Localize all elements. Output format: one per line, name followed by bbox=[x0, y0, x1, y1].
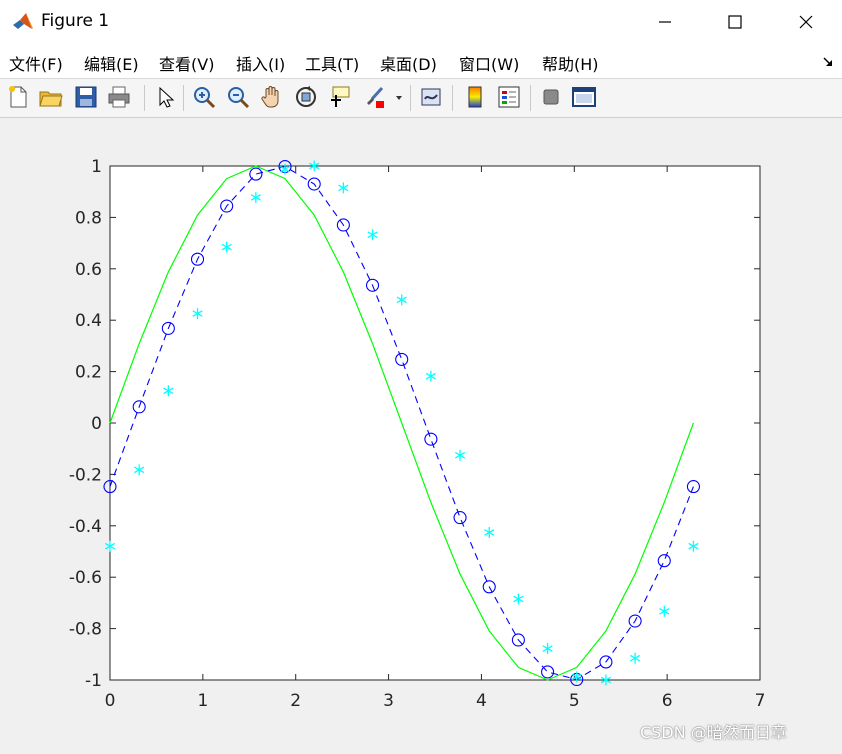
x-tick-label: 4 bbox=[476, 691, 487, 711]
y-tick-label: 0.8 bbox=[75, 208, 102, 228]
zoom-out-icon bbox=[228, 87, 250, 109]
y-tick-label: 0.6 bbox=[75, 260, 102, 280]
toolbar-separator bbox=[183, 85, 184, 111]
maximize-button[interactable] bbox=[712, 0, 758, 44]
chart-svg: -1 -0.8 -0.6 -0.4 -0.2 0 0.2 0.4 0.6 0.8 1 0 1 2 3 4 5 6… bbox=[69, 157, 766, 711]
menu-tools[interactable]: 工具(T) bbox=[305, 51, 359, 75]
menu-file[interactable]: 文件(F) bbox=[9, 51, 63, 75]
new-figure-button[interactable] bbox=[5, 84, 31, 110]
close-button[interactable] bbox=[783, 0, 829, 44]
close-icon bbox=[799, 15, 813, 29]
minimize-icon bbox=[659, 21, 671, 23]
select-button[interactable] bbox=[152, 84, 178, 110]
x-tick-label: 3 bbox=[383, 691, 394, 711]
data-cursor-icon bbox=[331, 86, 350, 107]
legend-icon bbox=[498, 86, 520, 108]
zoom-in-icon bbox=[194, 87, 216, 109]
toolbar-separator bbox=[410, 85, 411, 111]
rotate-3d-icon bbox=[296, 86, 316, 107]
y-tick-label: -0.6 bbox=[69, 568, 102, 588]
show-plot-tools-icon bbox=[572, 87, 596, 107]
new-figure-icon bbox=[9, 86, 27, 108]
select-arrow-icon bbox=[159, 86, 175, 108]
data-cursor-button[interactable] bbox=[327, 84, 353, 110]
save-button[interactable] bbox=[73, 84, 99, 110]
menu-view[interactable]: 查看(V) bbox=[159, 51, 214, 75]
print-icon bbox=[108, 86, 130, 108]
toolbar-separator bbox=[452, 85, 453, 111]
menu-desktop[interactable]: 桌面(D) bbox=[380, 51, 437, 75]
brush-button[interactable] bbox=[362, 84, 388, 110]
hide-plot-tools-icon bbox=[543, 89, 559, 105]
x-tick-label: 5 bbox=[569, 691, 580, 711]
x-tick-label: 7 bbox=[755, 691, 766, 711]
menu-insert[interactable]: 插入(I) bbox=[236, 51, 285, 75]
hide-plot-tools-button[interactable] bbox=[538, 84, 564, 110]
brush-icon bbox=[367, 86, 384, 108]
link-plot-icon bbox=[421, 88, 441, 106]
window-title: Figure 1 bbox=[41, 11, 110, 31]
menu-help[interactable]: 帮助(H) bbox=[542, 51, 599, 75]
y-tick-label: -0.8 bbox=[69, 620, 102, 640]
menu-edit[interactable]: 编辑(E) bbox=[84, 51, 139, 75]
watermark-text: CSDN @暗然而日章 bbox=[640, 723, 787, 742]
chevron-down-icon bbox=[396, 96, 402, 100]
zoom-out-button[interactable] bbox=[225, 84, 251, 110]
y-tick-label: -0.2 bbox=[69, 465, 102, 485]
save-icon bbox=[75, 86, 97, 108]
menu-window[interactable]: 窗口(W) bbox=[459, 51, 519, 75]
menu-bar: 文件(F) 编辑(E) 查看(V) 插入(I) 工具(T) 桌面(D) 窗口(W… bbox=[0, 44, 842, 79]
link-plot-button[interactable] bbox=[418, 84, 444, 110]
axes-background bbox=[109, 165, 761, 681]
brush-dropdown-button[interactable] bbox=[392, 84, 406, 110]
open-file-button[interactable] bbox=[38, 84, 64, 110]
y-tick-label: -1 bbox=[85, 671, 102, 691]
rotate-3d-button[interactable] bbox=[293, 84, 319, 110]
colorbar-button[interactable] bbox=[462, 84, 488, 110]
print-button[interactable] bbox=[106, 84, 132, 110]
show-plot-tools-button[interactable] bbox=[571, 84, 597, 110]
pan-hand-icon bbox=[261, 86, 279, 108]
maximize-icon bbox=[728, 15, 742, 29]
matlab-logo-icon bbox=[12, 11, 34, 33]
y-tick-label: 1 bbox=[91, 157, 102, 177]
colorbar-icon bbox=[468, 86, 482, 108]
legend-button[interactable] bbox=[496, 84, 522, 110]
dock-arrow-icon[interactable] bbox=[822, 56, 834, 68]
figure-toolbar bbox=[0, 79, 842, 118]
y-tick-label: 0.2 bbox=[75, 363, 102, 383]
toolbar-separator bbox=[530, 85, 531, 111]
y-tick-label: 0.4 bbox=[75, 311, 102, 331]
x-tick-label: 1 bbox=[197, 691, 208, 711]
figure-canvas: -1 -0.8 -0.6 -0.4 -0.2 0 0.2 0.4 0.6 0.8 1 0 1 2 3 4 5 6… bbox=[0, 118, 842, 750]
x-tick-label: 0 bbox=[105, 691, 116, 711]
window-title-bar: Figure 1 bbox=[0, 0, 842, 44]
toolbar-separator bbox=[144, 85, 145, 111]
zoom-in-button[interactable] bbox=[191, 84, 217, 110]
x-tick-label: 2 bbox=[290, 691, 301, 711]
minimize-button[interactable] bbox=[642, 0, 688, 44]
pan-button[interactable] bbox=[259, 84, 285, 110]
open-file-icon bbox=[39, 91, 63, 107]
y-tick-label: 0 bbox=[91, 414, 102, 434]
x-tick-label: 6 bbox=[662, 691, 673, 711]
y-tick-label: -0.4 bbox=[69, 517, 102, 537]
